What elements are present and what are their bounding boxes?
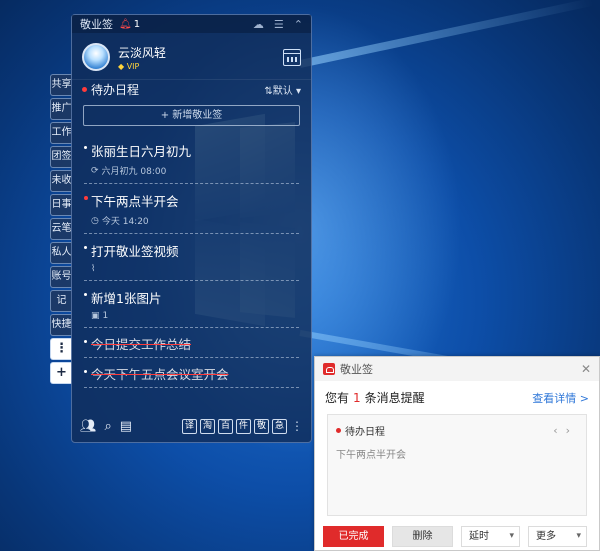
more-tabs-button[interactable]: ⋮ xyxy=(50,338,72,360)
attachment-icon: ⌇ xyxy=(91,264,96,274)
note-meta: ◷ 今天 14:20 xyxy=(91,214,299,228)
avatar[interactable] xyxy=(82,43,110,71)
message-count: 1 xyxy=(353,390,361,405)
card-nav: ‹› xyxy=(553,424,578,437)
note-bullet xyxy=(84,146,87,149)
prev-icon[interactable]: ‹ xyxy=(553,424,565,437)
note-item[interactable]: 下午两点半开会 ◷ 今天 14:20 xyxy=(84,184,299,234)
taobao-tool-button[interactable]: 淘 xyxy=(200,418,215,434)
view-details-link[interactable]: 查看详情 > xyxy=(532,390,589,406)
note-bullet xyxy=(84,340,87,343)
file-tool-button[interactable]: 件 xyxy=(236,418,251,434)
delay-select[interactable]: 延时 xyxy=(461,526,520,547)
tab-shortcut[interactable]: 快捷 xyxy=(50,314,72,336)
baidu-tool-button[interactable]: 百 xyxy=(218,418,233,434)
user-profile: 云淡风轻 ◆ VIP xyxy=(72,33,311,79)
contacts-icon[interactable]: 👥︎ xyxy=(80,419,97,434)
clock-icon: ◷ xyxy=(91,215,99,226)
tab-cloud-notes[interactable]: 云笔 xyxy=(50,218,72,240)
tab-daily[interactable]: 日事 xyxy=(50,194,72,216)
note-meta-text: 今天 14:20 xyxy=(101,217,149,227)
app-logo-icon xyxy=(323,363,335,375)
section-dot-icon xyxy=(82,87,87,92)
note-bullet xyxy=(84,370,87,373)
note-text: 今日提交工作总结 xyxy=(91,337,192,352)
popup-message: 您有 1 条消息提醒 查看详情 > xyxy=(315,381,599,412)
search-icon[interactable]: ⌕ xyxy=(105,419,112,434)
urgent-tool-button[interactable]: 急 xyxy=(272,418,287,434)
next-icon[interactable]: › xyxy=(566,424,578,437)
note-meta: ⌇ xyxy=(91,264,299,274)
jingye-tool-button[interactable]: 敬 xyxy=(254,418,269,434)
tab-promote[interactable]: 推广 xyxy=(50,98,72,120)
note-bullet xyxy=(84,246,87,249)
note-window: 敬业签 🔔︎ 1 ☁ ☰ ⌃ 云淡风轻 ◆ VIP 待办日程 ⇅默认 ▾ + 新… xyxy=(71,14,312,443)
popup-app-name: 敬业签 xyxy=(340,363,373,376)
add-tab-button[interactable]: + xyxy=(50,362,72,384)
username: 云淡风轻 xyxy=(118,45,167,60)
note-item-completed[interactable]: 今天下午五点会议室开会 xyxy=(84,358,299,388)
skin-icon[interactable]: ☁ xyxy=(253,18,264,31)
note-text: 打开敬业签视频 xyxy=(91,244,179,259)
note-text: 新增1张图片 xyxy=(91,291,162,306)
delete-button[interactable]: 删除 xyxy=(392,526,453,547)
message-suffix: 条消息提醒 xyxy=(364,391,425,405)
note-bullet-important xyxy=(84,196,88,200)
note-bullet xyxy=(84,293,87,296)
title-bar[interactable]: 敬业签 🔔︎ 1 ☁ ☰ ⌃ xyxy=(72,15,311,33)
note-item-completed[interactable]: 今日提交工作总结 xyxy=(84,328,299,358)
complete-button[interactable]: 已完成 xyxy=(323,526,384,547)
tab-accounts[interactable]: 账号 xyxy=(50,266,72,288)
note-meta-text: 六月初九 08:00 xyxy=(101,167,167,177)
tab-notes[interactable]: 记 xyxy=(50,290,72,312)
popup-actions: 已完成 删除 延时 更多 xyxy=(315,516,599,547)
category-tabs: 共享 推广 工作 团签 未收 日事 云笔 私人 账号 记 快捷 ⋮ + xyxy=(50,74,72,386)
sort-label: 默认 xyxy=(272,86,293,97)
sort-dropdown[interactable]: ⇅默认 ▾ xyxy=(264,82,301,97)
card-header: 待办日程 ‹› xyxy=(336,423,578,438)
vip-label: VIP xyxy=(126,61,140,71)
tab-unread[interactable]: 未收 xyxy=(50,170,72,192)
note-text: 张丽生日六月初九 xyxy=(91,144,192,159)
reminder-card: 待办日程 ‹› 下午两点半开会 xyxy=(327,414,587,516)
add-note-button[interactable]: + 新增敬业签 xyxy=(83,105,300,126)
close-icon[interactable]: ✕ xyxy=(581,362,591,376)
bottom-toolbar: 👥︎ ⌕ ▤ 译 淘 百 件 敬 急 ⋮ xyxy=(72,410,311,442)
more-select[interactable]: 更多 xyxy=(528,526,587,547)
section-header: 待办日程 ⇅默认 ▾ xyxy=(72,79,311,99)
more-tools-icon[interactable]: ⋮ xyxy=(291,419,303,433)
note-meta: ⟳ 六月初九 08:00 xyxy=(91,164,299,178)
reminder-bell-icon[interactable]: 🔔︎ xyxy=(119,19,132,30)
section-title: 待办日程 xyxy=(91,83,140,97)
tab-share[interactable]: 共享 xyxy=(50,74,72,96)
notebook-icon[interactable]: ▤ xyxy=(120,419,132,434)
image-icon: ▣ xyxy=(91,311,100,321)
tab-team[interactable]: 团签 xyxy=(50,146,72,168)
wallpaper-light-ray xyxy=(299,0,595,68)
card-dot-icon xyxy=(336,428,341,433)
calendar-icon[interactable] xyxy=(283,48,301,66)
reminder-count: 1 xyxy=(133,18,141,30)
note-item[interactable]: 新增1张图片 ▣ 1 xyxy=(84,281,299,328)
translate-tool-button[interactable]: 译 xyxy=(182,418,197,434)
reminder-popup: 敬业签 ✕ 您有 1 条消息提醒 查看详情 > 待办日程 ‹› 下午两点半开会 … xyxy=(314,356,600,551)
tab-work[interactable]: 工作 xyxy=(50,122,72,144)
vip-badge: ◆ VIP xyxy=(118,61,140,71)
popup-header: 敬业签 ✕ xyxy=(315,357,599,381)
note-meta: ▣ 1 xyxy=(91,311,299,321)
card-body: 下午两点半开会 xyxy=(336,450,406,461)
repeat-icon: ⟳ xyxy=(91,165,99,176)
note-list: 张丽生日六月初九 ⟳ 六月初九 08:00 下午两点半开会 ◷ 今天 14:20 打… xyxy=(72,134,311,388)
card-title: 待办日程 xyxy=(345,427,385,438)
app-title: 敬业签 xyxy=(80,18,113,31)
note-text: 下午两点半开会 xyxy=(91,194,179,209)
note-item[interactable]: 打开敬业签视频 ⌇ xyxy=(84,234,299,281)
menu-icon[interactable]: ☰ xyxy=(274,18,284,31)
note-text: 今天下午五点会议室开会 xyxy=(91,367,229,382)
tab-private[interactable]: 私人 xyxy=(50,242,72,264)
message-prefix: 您有 xyxy=(325,391,350,405)
note-meta-text: 1 xyxy=(102,311,109,321)
collapse-icon[interactable]: ⌃ xyxy=(294,18,303,31)
note-item[interactable]: 张丽生日六月初九 ⟳ 六月初九 08:00 xyxy=(84,134,299,184)
